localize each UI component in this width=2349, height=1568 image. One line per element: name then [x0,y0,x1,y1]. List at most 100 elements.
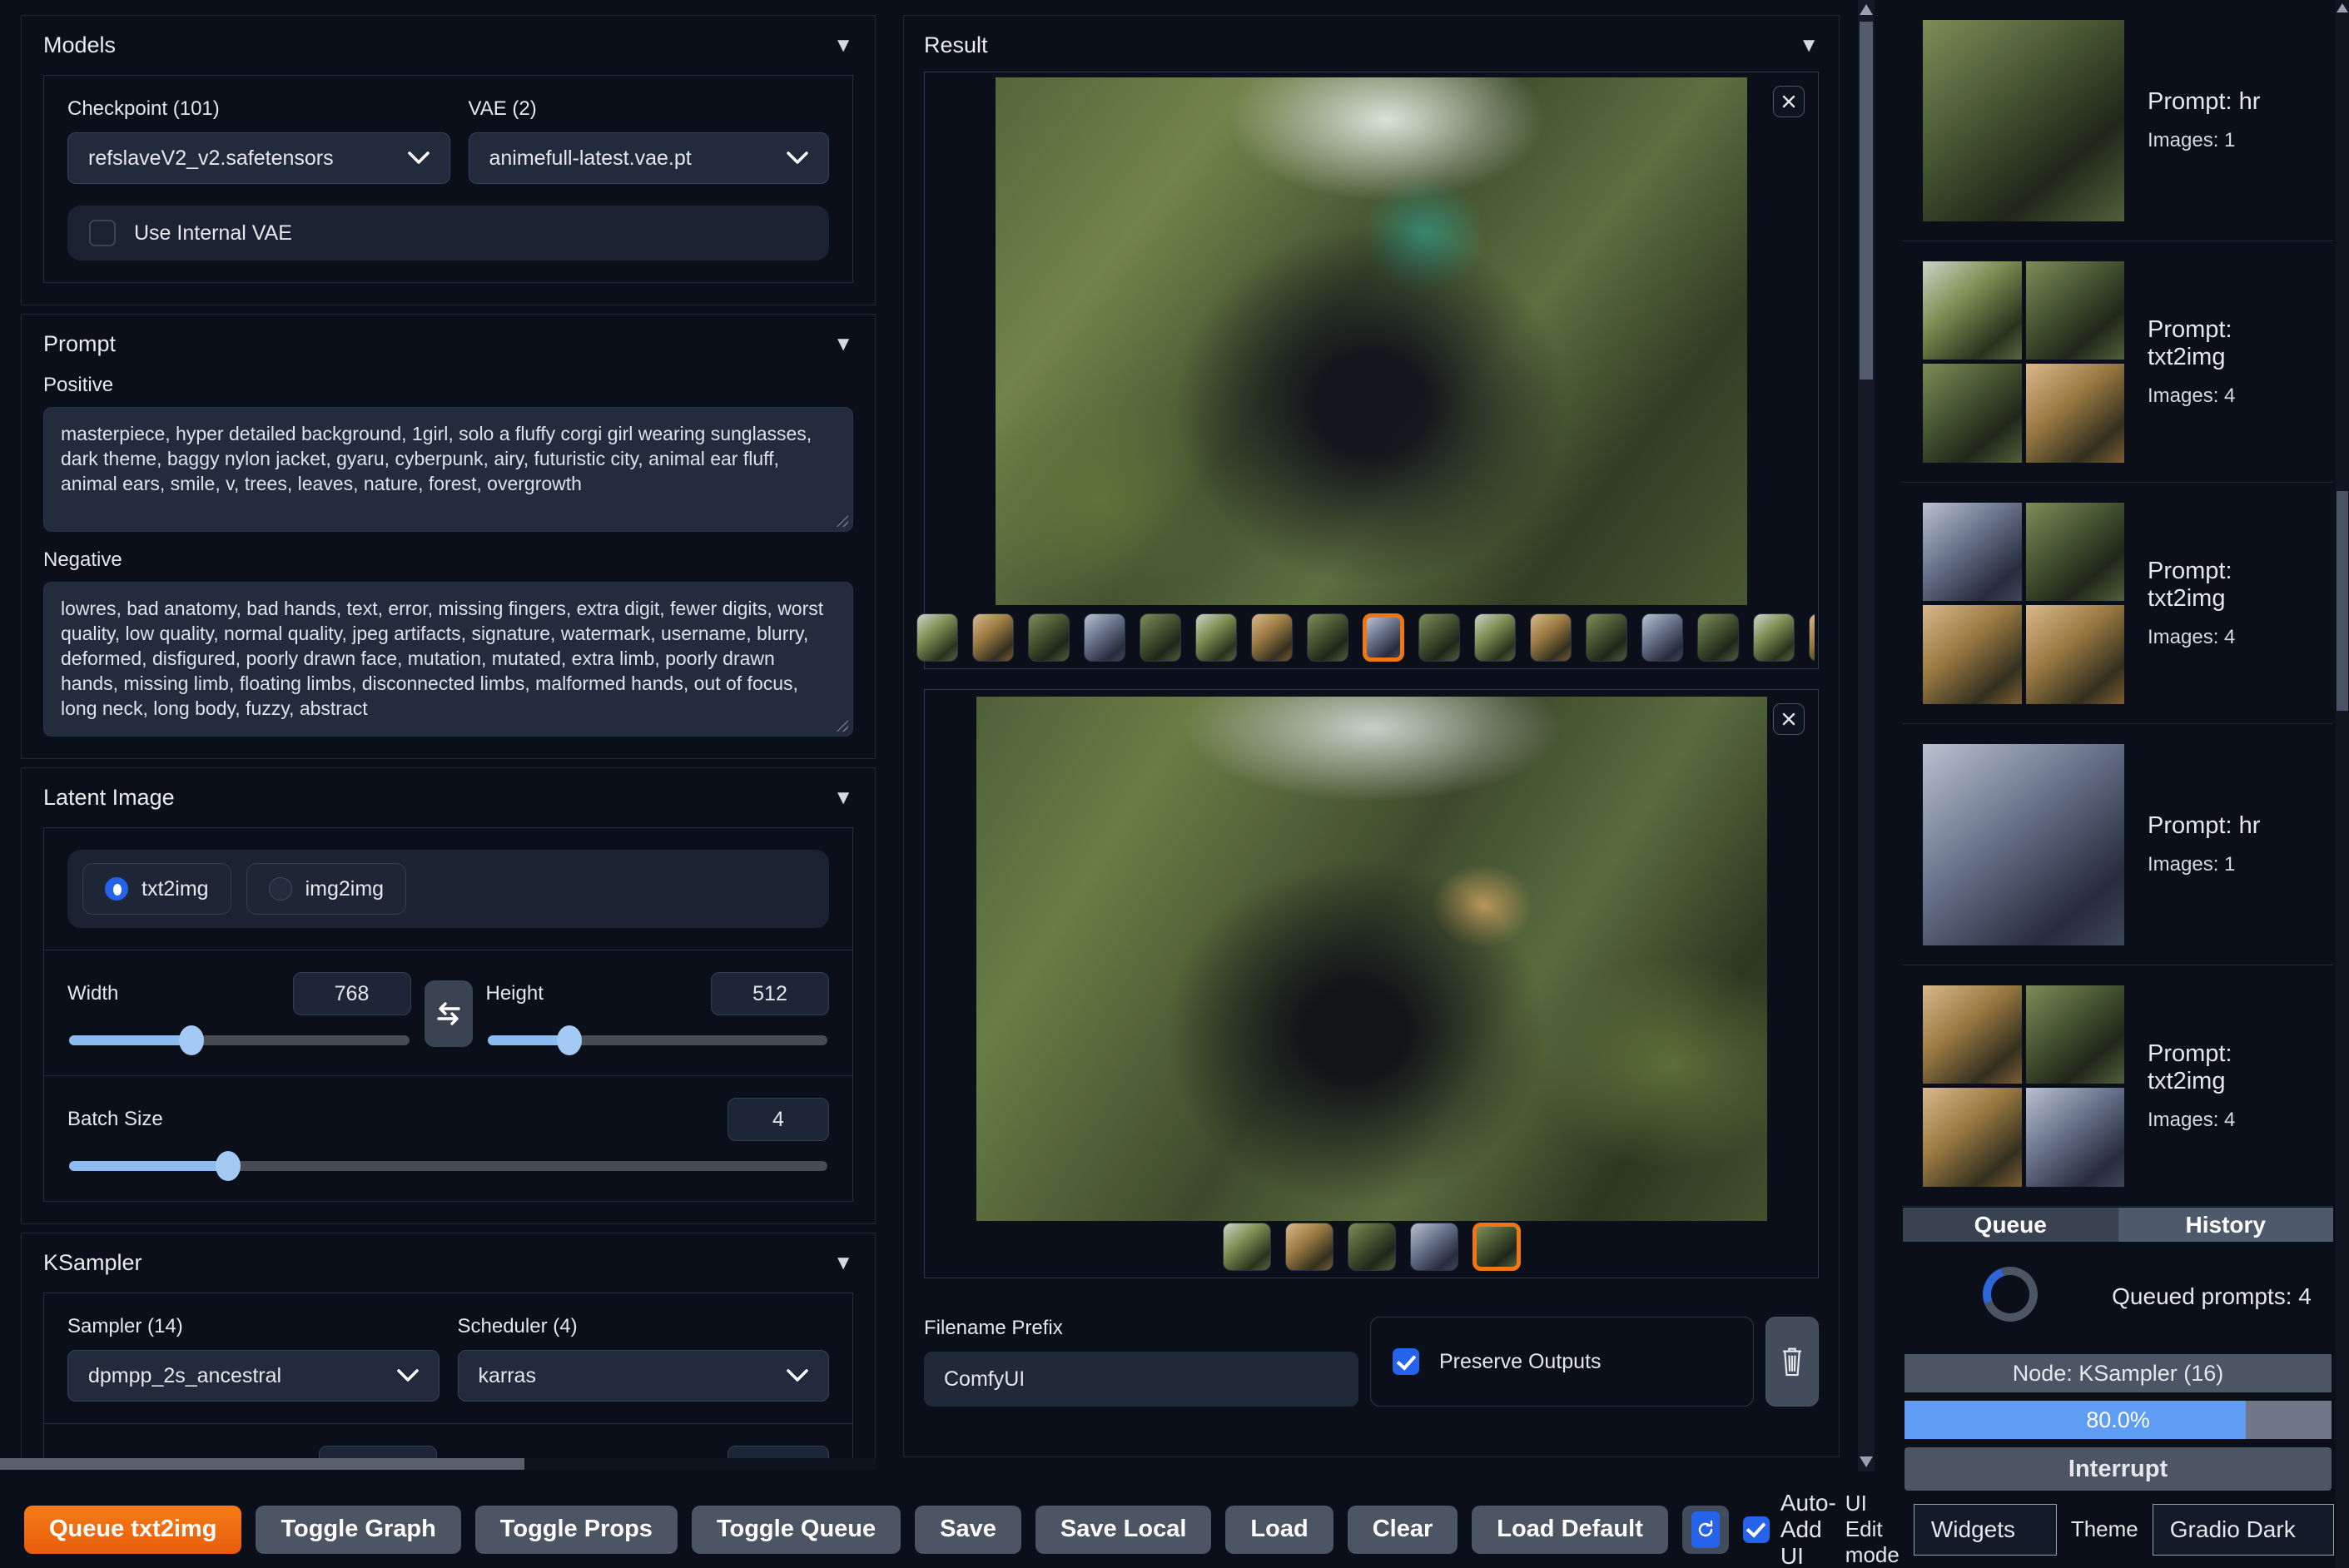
clear-outputs-button[interactable] [1765,1317,1819,1407]
interrupt-button[interactable]: Interrupt [1905,1447,2332,1491]
vae-dropdown[interactable]: animefull-latest.vae.pt [468,132,829,184]
gallery-thumbnail[interactable] [1084,613,1125,662]
history-thumbnail[interactable] [1923,261,2124,463]
collapse-icon[interactable]: ▼ [833,34,853,57]
positive-label: Positive [43,374,114,396]
history-thumbnail[interactable] [1923,743,2124,945]
history-thumbnail[interactable] [1923,985,2124,1187]
collapse-icon[interactable]: ▼ [833,1252,853,1275]
collapse-icon[interactable]: ▼ [833,786,853,810]
gallery-thumbnail[interactable] [1530,613,1572,662]
scrollbar-thumb[interactable] [1860,22,1873,380]
save-button[interactable]: Save [915,1505,1021,1554]
gallery-thumbnail[interactable] [1586,613,1627,662]
preserve-outputs-checkbox[interactable] [1393,1348,1419,1375]
swap-dimensions-button[interactable] [424,980,473,1047]
collapse-icon[interactable]: ▼ [1799,34,1819,57]
batch-size-slider[interactable] [69,1151,827,1181]
tab-queue[interactable]: Queue [1903,1208,2118,1242]
preserve-outputs-row[interactable]: Preserve Outputs [1370,1317,1754,1407]
scroll-down-icon[interactable] [1860,1456,1873,1467]
gallery-thumbnail[interactable] [1697,613,1739,662]
height-input[interactable]: 512 [711,972,829,1015]
toggle-graph-button[interactable]: Toggle Graph [256,1505,461,1554]
mode-img2img[interactable]: img2img [246,863,407,915]
auto-add-ui-checkbox[interactable] [1742,1516,1770,1543]
history-item[interactable]: Prompt: hr Images: 1 [1903,724,2333,965]
use-internal-vae-checkbox[interactable] [89,220,116,246]
batch-slider-handle[interactable] [216,1151,241,1181]
gallery-thumbnail[interactable] [1472,1223,1521,1271]
scrollbar-thumb[interactable] [0,1458,524,1470]
gallery-thumbnail[interactable] [1347,1223,1396,1271]
toggle-props-button[interactable]: Toggle Props [474,1505,678,1554]
history-item[interactable]: Prompt: txt2img Images: 4 [1903,241,2333,483]
width-slider-handle[interactable] [179,1025,205,1055]
scheduler-dropdown[interactable]: karras [457,1350,829,1402]
negative-prompt-textarea[interactable]: lowres, bad anatomy, bad hands, text, er… [43,582,853,737]
sampler-dropdown[interactable]: dpmpp_2s_ancestral [67,1350,440,1402]
history-item[interactable]: Prompt: txt2img Images: 4 [1903,483,2333,724]
sidebar-vertical-scrollbar[interactable] [2336,0,2349,1568]
gallery-thumbnail[interactable] [1809,613,1815,662]
batch-size-input[interactable]: 4 [728,1098,829,1141]
gallery-thumbnail[interactable] [972,613,1014,662]
scroll-up-icon[interactable] [1860,4,1873,15]
close-icon[interactable] [1773,86,1805,117]
tab-history[interactable]: History [2118,1208,2333,1242]
gallery-thumbnail[interactable] [1028,613,1070,662]
gallery-thumbnail[interactable] [1753,613,1795,662]
history-thumbnail[interactable] [1923,502,2124,704]
gallery-thumbnail[interactable] [916,613,958,662]
history-item[interactable]: Prompt: txt2img Images: 4 [1903,965,2333,1207]
txt2img-radio[interactable] [105,877,128,901]
gallery-thumbnail[interactable] [1195,613,1237,662]
queue-txt2img-button[interactable]: Queue txt2img [24,1505,242,1554]
center-vertical-scrollbar[interactable] [1858,0,1875,1471]
history-prompt: Prompt: txt2img [2148,557,2232,612]
close-icon[interactable] [1773,703,1805,735]
ui-edit-mode-label: UI Edit mode [1845,1491,1900,1567]
left-panel-horizontal-scrollbar[interactable] [0,1458,876,1470]
scroll-up-icon[interactable] [2337,3,2348,12]
gallery-thumbnail[interactable] [1140,613,1181,662]
gallery-thumbnail[interactable] [1409,1223,1458,1271]
height-slider-handle[interactable] [556,1025,582,1055]
gallery-thumbnail[interactable] [1222,1223,1271,1271]
gallery-thumbnail[interactable] [1363,613,1404,662]
width-slider[interactable] [69,1025,410,1055]
mode-txt2img[interactable]: txt2img [82,863,231,915]
steps-input[interactable]: 20 [728,1446,829,1458]
result-image-2[interactable] [976,697,1767,1221]
load-button[interactable]: Load [1225,1505,1333,1554]
gallery-thumbnail[interactable] [1641,613,1683,662]
result-image-1[interactable] [996,77,1747,605]
mode-radio-group: txt2img img2img [67,850,829,928]
history-thumbnail[interactable] [1923,19,2124,221]
save-local-button[interactable]: Save Local [1035,1505,1212,1554]
use-internal-vae-row[interactable]: Use Internal VAE [67,206,829,261]
history-item[interactable]: Prompt: hr Images: 1 [1903,0,2333,241]
height-slider[interactable] [487,1025,827,1055]
theme-dropdown[interactable]: Gradio Dark [2152,1503,2334,1556]
toggle-queue-button[interactable]: Toggle Queue [691,1505,901,1554]
gallery-thumbnail[interactable] [1418,613,1460,662]
latent-image-section-title: Latent Image [43,785,175,810]
gallery-thumbnail[interactable] [1474,613,1516,662]
gallery-thumbnail[interactable] [1284,1223,1333,1271]
gallery-thumbnail[interactable] [1251,613,1293,662]
collapse-icon[interactable]: ▼ [833,333,853,356]
widgets-dropdown[interactable]: Widgets [1913,1503,2057,1556]
cfg-scale-input[interactable]: 7 [318,1446,437,1458]
positive-prompt-textarea[interactable]: masterpiece, hyper detailed background, … [43,407,853,532]
filename-prefix-input[interactable]: ComfyUI [924,1352,1358,1407]
refresh-button[interactable] [1681,1505,1729,1554]
clear-button[interactable]: Clear [1347,1505,1458,1554]
checkpoint-dropdown[interactable]: refslaveV2_v2.safetensors [67,132,450,184]
gallery-thumbnail[interactable] [1307,613,1348,662]
width-input[interactable]: 768 [292,972,411,1015]
scrollbar-thumb[interactable] [2337,491,2348,711]
img2img-radio[interactable] [268,877,292,901]
checkpoint-label: Checkpoint (101) [67,97,220,120]
load-default-button[interactable]: Load Default [1472,1505,1668,1554]
